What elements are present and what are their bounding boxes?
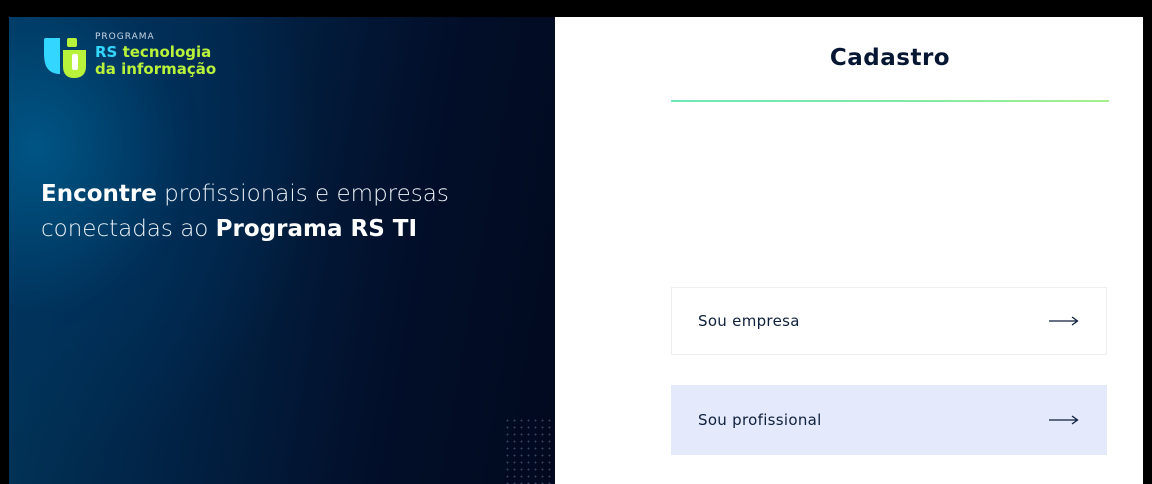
- headline-strong-2: Programa RS TI: [215, 216, 418, 242]
- signup-panel: Cadastro Sou empresa Sou profissional: [555, 17, 1143, 484]
- logo-title-line2: da informação: [95, 60, 217, 78]
- program-label: PROGRAMA: [95, 32, 155, 42]
- arrow-right-icon: [1049, 316, 1079, 326]
- page-frame: PROGRAMA RS tecnologia da informação Enc…: [0, 0, 1152, 484]
- page-title: Cadastro: [829, 45, 951, 71]
- company-signup-button[interactable]: Sou empresa: [671, 287, 1107, 355]
- logo-title-line1: RS tecnologia: [95, 44, 211, 60]
- headline-strong-1: Encontre: [41, 181, 157, 207]
- logo-tecnologia: tecnologia: [117, 43, 212, 61]
- program-logo[interactable]: PROGRAMA RS tecnologia da informação: [42, 32, 242, 92]
- professional-signup-button[interactable]: Sou profissional: [671, 385, 1107, 455]
- logo-rs: RS: [95, 43, 118, 61]
- professional-signup-label: Sou profissional: [698, 411, 822, 429]
- arrow-right-icon: [1049, 415, 1079, 425]
- company-signup-label: Sou empresa: [698, 312, 800, 330]
- decorative-dot-pattern: [504, 417, 555, 484]
- title-underline: [671, 100, 1109, 102]
- rs-ti-logo-icon: [44, 38, 86, 78]
- hero-panel: PROGRAMA RS tecnologia da informação Enc…: [9, 17, 555, 484]
- hero-headline: Encontre profissionais e empresas conect…: [41, 177, 461, 247]
